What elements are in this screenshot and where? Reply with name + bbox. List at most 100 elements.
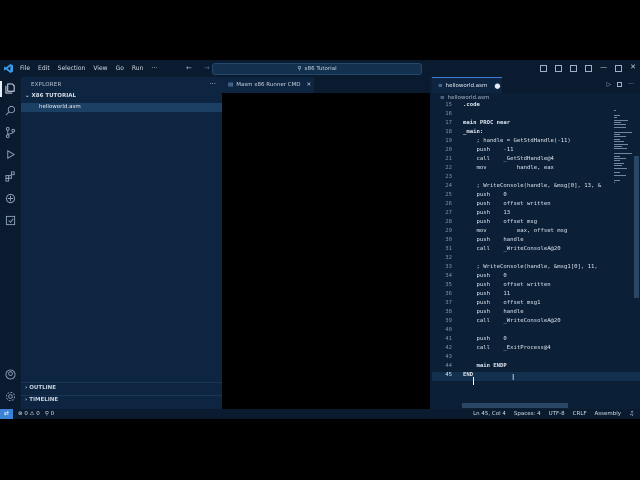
close-tab-icon[interactable]: ✕ [307,82,312,88]
remote-indicator[interactable]: ⇄ [0,409,13,419]
indentation[interactable]: Spaces: 4 [514,411,541,417]
more-actions-icon[interactable]: ··· [628,81,634,88]
line-number: 17 [445,120,452,126]
back-arrow-icon[interactable]: ← [186,64,192,72]
code-line[interactable]: 32 [432,255,640,264]
line-number: 19 [445,138,452,144]
code-line[interactable]: 28 push offset msg [432,219,640,228]
code-line[interactable]: 25 push 0 [432,192,640,201]
code-line[interactable]: 38 push handle [432,309,640,318]
code-line[interactable]: 41 push 0 [432,336,640,345]
cursor-position[interactable]: Ln 45, Col 4 [473,411,506,417]
code-line[interactable]: 18 _main: [432,129,640,138]
layout-toggle-icon[interactable] [570,63,578,72]
tab-masm-runner[interactable]: ▤ Masm x86 Runner CMD ✕ [222,77,314,93]
code-line[interactable]: 40 [432,327,640,336]
minimap-line [614,134,620,135]
unsaved-dot-icon[interactable]: ● [494,82,500,90]
code-line[interactable]: 29 mov eax, offset msg [432,228,640,237]
code-line[interactable]: 20 push -11 [432,147,640,156]
code-line[interactable]: 27 push 13 [432,210,640,219]
menu-view[interactable]: View [93,65,107,72]
language-mode[interactable]: Assembly [595,411,622,417]
outline-section[interactable]: › OUTLINE [25,385,56,391]
testing-icon[interactable] [5,215,16,226]
layout-customize-icon[interactable] [585,63,593,72]
code-line[interactable]: 31 call _WriteConsoleA@20 [432,246,640,255]
code-line[interactable]: 16 [432,111,640,120]
maximize-icon[interactable] [615,63,623,72]
code-editor[interactable]: 15 .code 16 17 main PROC near 18 _main: 19 ; ha… [432,102,640,409]
more-actions-icon[interactable]: ··· [209,80,216,88]
timeline-section[interactable]: › TIMELINE [25,397,58,403]
menu-run[interactable]: Run [132,65,144,72]
code-line[interactable]: 45 END [432,372,640,381]
menu-go[interactable]: Go [116,65,124,72]
line-endings[interactable]: CRLF [573,411,587,417]
code-line[interactable]: 22 mov handle, eax [432,165,640,174]
code-line[interactable]: 21 call _GetStdHandle@4 [432,156,640,165]
breadcrumb-file[interactable]: helloworld.asm [448,95,490,101]
menu-selection[interactable]: Selection [58,65,86,72]
line-code: ; handle = GetStdHandle(-11) [463,138,571,144]
ports-count[interactable]: ⚲ 0 [45,411,54,417]
line-code: main ENDP [463,363,507,369]
status-bar: ⇄ ⊗ 0 ⚠ 0 ⚲ 0 Ln 45, Col 4 Spaces: 4 UTF… [0,409,640,419]
code-line[interactable]: 43 [432,354,640,363]
vertical-scrollbar[interactable] [634,156,639,298]
code-line[interactable]: 37 push offset msg1 [432,300,640,309]
code-line[interactable]: 30 push handle [432,237,640,246]
minimap-line [614,117,617,119]
line-number: 22 [445,165,452,171]
code-line[interactable]: 35 push offset written [432,282,640,291]
problems-count[interactable]: ⊗ 0 ⚠ 0 [18,411,40,417]
line-number: 42 [445,345,452,351]
remote-explorer-icon[interactable] [5,193,16,204]
code-line[interactable]: 15 .code [432,102,640,111]
code-line[interactable]: 17 main PROC near [432,120,640,129]
menu-file[interactable]: File [20,65,30,72]
code-line[interactable]: 24 ; WriteConsole(handle, &msg[0], 13, & [432,183,640,192]
account-icon[interactable] [5,369,16,380]
horizontal-scrollbar[interactable] [462,403,568,408]
layout-toggle-icon[interactable] [555,63,563,72]
search-icon[interactable] [5,105,16,116]
code-line[interactable]: 23 [432,174,640,183]
file-item-helloworld[interactable]: helloworld.asm [21,103,222,112]
code-line[interactable]: 19 ; handle = GetStdHandle(-11) [432,138,640,147]
explorer-icon[interactable] [5,83,16,94]
folder-header[interactable]: ⌄ X86 TUTORIAL [25,93,76,99]
line-number: 23 [445,174,452,180]
run-icon[interactable]: ▷ [607,81,612,88]
settings-gear-icon[interactable] [5,391,16,402]
tab-helloworld-asm[interactable]: ≡ helloworld.asm ● [432,77,502,93]
code-line[interactable]: 26 push offset written [432,201,640,210]
minimap-line [614,153,632,155]
code-line[interactable]: 44 main ENDP [432,363,640,372]
run-debug-icon[interactable] [5,149,16,160]
encoding[interactable]: UTF-8 [549,411,565,417]
source-control-icon[interactable] [5,127,16,138]
split-editor-icon[interactable] [617,81,623,88]
code-line[interactable]: 34 push 0 [432,273,640,282]
code-line[interactable]: 42 call _ExitProcess@4 [432,345,640,354]
line-number: 40 [445,327,452,333]
close-icon[interactable]: ✕ [630,63,636,72]
code-line[interactable]: 33 ; WriteConsole(handle, &msg1[0], 11, [432,264,640,273]
command-center-search[interactable]: ⚲ x86 Tutorial [212,63,422,75]
minimize-icon[interactable]: — [600,63,607,72]
line-number: 34 [445,273,452,279]
extensions-icon[interactable] [5,171,16,182]
forward-arrow-icon[interactable]: → [204,64,210,72]
runner-output-pane[interactable] [222,93,430,409]
layout-toggle-icon[interactable] [540,63,548,72]
notifications-bell-icon[interactable]: ♫ [629,411,634,417]
line-code: push offset msg [463,219,538,225]
code-line[interactable]: 36 push 11 [432,291,640,300]
minimap[interactable] [614,102,634,222]
menu-more[interactable]: ··· [151,65,157,72]
minimap-line [614,114,621,116]
menu-edit[interactable]: Edit [38,65,50,72]
minimap-line [614,148,628,150]
code-line[interactable]: 39 call _WriteConsoleA@20 [432,318,640,327]
